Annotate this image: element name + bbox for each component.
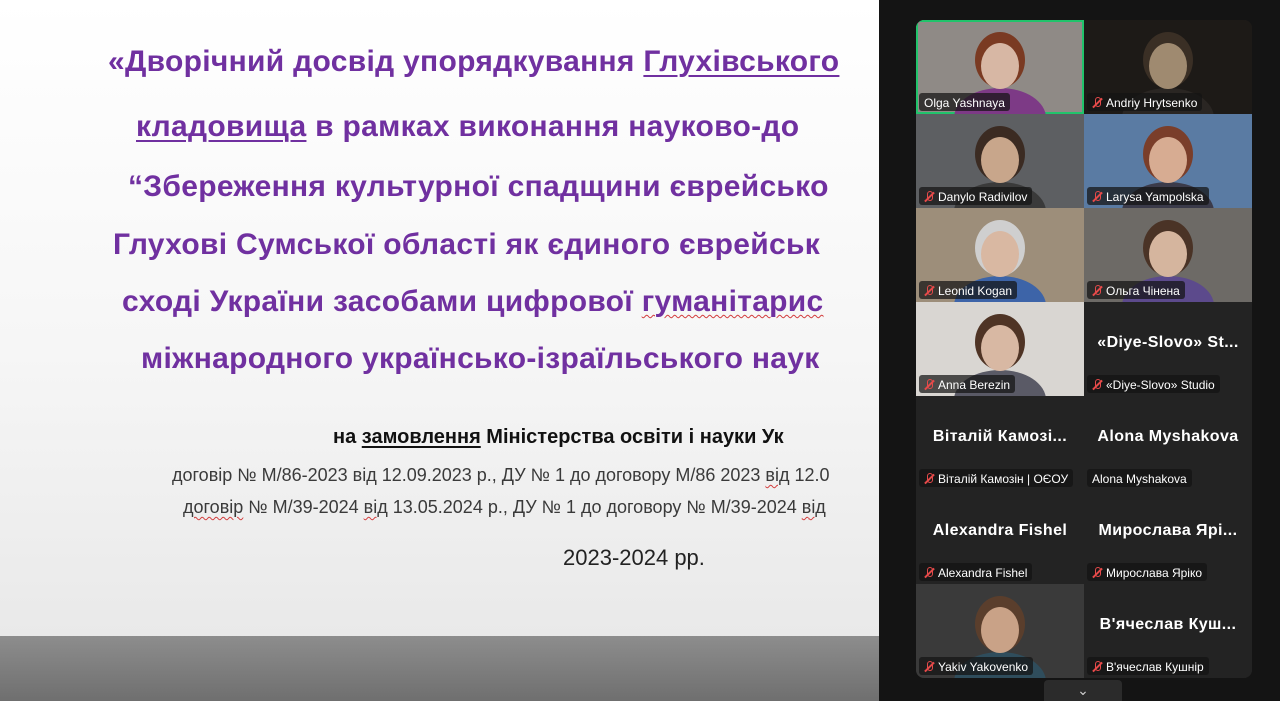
contract1-text: договір № М/86-2023 від 12.09.2023 р., Д… [172, 465, 766, 485]
commission-word: замовлення [361, 426, 481, 448]
slide-title-fragment: «Дворічний досвід упорядкування [108, 45, 644, 78]
participant-name-tag: В'ячеслав Кушнір [1087, 657, 1209, 675]
participant-name-tag: «Diye-Slovo» Studio [1087, 375, 1220, 393]
participant-display-name: Віталій Камозі... [932, 428, 1068, 445]
participant-name-tag: Leonid Kogan [919, 281, 1018, 299]
slide-title-fragment: Глухівського [643, 45, 840, 78]
slide-years: 2023-2024 рр. [563, 545, 705, 570]
participant-tile[interactable]: Olga Yashnaya [916, 20, 1084, 114]
chevron-down-icon: ⌄ [1077, 682, 1089, 698]
slide-title-line: сході України засобами цифрової гуманіта… [122, 285, 824, 319]
participant-name: Alona Myshakova [1092, 472, 1187, 486]
commission-rest: Міністерства освіти і науки Ук [480, 426, 784, 448]
slide-title-line: міжнародного українсько-ізраїльського на… [141, 342, 820, 376]
muted-mic-icon [1092, 661, 1102, 673]
contract2-word-c: від [801, 497, 826, 517]
participant-name: Olga Yashnaya [924, 96, 1005, 110]
commission-prefix: на [333, 426, 362, 448]
muted-mic-icon [924, 473, 934, 485]
participant-name-tag: Yakiv Yakovenko [919, 657, 1034, 675]
participant-tile[interactable]: «Diye-Slovo» St... «Diye-Slovo» Studio [1084, 302, 1252, 396]
slide-title-line: “Збереження культурної спадщини єврейськ… [128, 170, 829, 204]
participant-tile[interactable]: Larysa Yampolska [1084, 114, 1252, 208]
muted-mic-icon [1092, 285, 1102, 297]
participant-name: Danylo Radivilov [938, 190, 1028, 204]
participant-name: Yakiv Yakovenko [938, 660, 1029, 674]
participant-name: Andriy Hrytsenko [1106, 96, 1198, 110]
contract2-text: 13.05.2024 р., ДУ № 1 до договору № М/39… [387, 497, 802, 517]
participant-display-name: «Diye-Slovo» St... [1097, 334, 1239, 351]
contract1-word: від [765, 465, 790, 485]
slide-title-line: «Дворічний досвід упорядкування Глухівсь… [108, 45, 839, 79]
participant-name-tag: Alexandra Fishel [919, 563, 1033, 581]
participant-name: Ольга Чінена [1106, 284, 1180, 298]
slide-title-fragment: міжнародного українсько-ізраїльського на… [141, 342, 820, 375]
participant-name: Віталій Камозін | ОЄОУ [938, 472, 1069, 486]
slide-title-line: Глухові Сумської області як єдиного євре… [113, 228, 820, 262]
participant-name-tag: Ольга Чінена [1087, 281, 1185, 299]
shared-slide: «Дворічний досвід упорядкування Глухівсь… [0, 0, 880, 636]
muted-mic-icon [924, 661, 934, 673]
slide-title-fragment: Глухові Сумської області як єдиного євре… [113, 228, 821, 261]
contract1-date: 12.0 [789, 465, 830, 485]
participant-name-tag: Danylo Radivilov [919, 187, 1033, 205]
participant-display-name: Alexandra Fishel [932, 522, 1068, 539]
muted-mic-icon [1092, 97, 1102, 109]
participant-tile[interactable]: Danylo Radivilov [916, 114, 1084, 208]
slide-title-line: кладовища в рамках виконання науково-до [136, 110, 799, 144]
contract2-word-b: від [363, 497, 388, 517]
muted-mic-icon [1092, 191, 1102, 203]
participant-display-name: Мирослава Ярі... [1098, 522, 1238, 539]
scroll-down-button[interactable]: ⌄ [1044, 680, 1122, 701]
participant-name-tag: Віталій Камозін | ОЄОУ [919, 469, 1074, 487]
muted-mic-icon [924, 191, 934, 203]
participants-grid: Olga Yashnaya Andriy Hrytsenko Danylo Radi… [916, 20, 1252, 678]
slide-title-fragment: кладовища [136, 110, 307, 143]
participant-tile[interactable]: Leonid Kogan [916, 208, 1084, 302]
slide-bottom-area [0, 636, 880, 701]
participant-name: В'ячеслав Кушнір [1106, 660, 1204, 674]
slide-title-fragment: в рамках виконання науково-до [306, 110, 800, 143]
contract2-word-a: договір [183, 497, 244, 517]
participant-name-tag: Alona Myshakova [1087, 469, 1192, 487]
participant-name: Larysa Yampolska [1106, 190, 1204, 204]
contract-line-1: договір № М/86-2023 від 12.09.2023 р., Д… [172, 465, 830, 486]
contract2-number: № М/39-2024 [243, 497, 364, 517]
participant-tile[interactable]: Alexandra Fishel Alexandra Fishel [916, 490, 1084, 584]
participant-tile[interactable]: Мирослава Ярі... Мирослава Ярiко [1084, 490, 1252, 584]
muted-mic-icon [924, 379, 934, 391]
participant-tile[interactable]: Ольга Чінена [1084, 208, 1252, 302]
participant-name: Anna Berezin [938, 378, 1011, 392]
participant-name-tag: Мирослава Ярiко [1087, 563, 1208, 581]
participant-name: «Diye-Slovo» Studio [1106, 378, 1215, 392]
participant-name: Alexandra Fishel [938, 566, 1028, 580]
muted-mic-icon [1092, 567, 1102, 579]
participant-name: Мирослава Ярiко [1106, 566, 1203, 580]
participant-name-tag: Andriy Hrytsenko [1087, 93, 1203, 111]
participant-name-tag: Anna Berezin [919, 375, 1016, 393]
participant-tile[interactable]: Anna Berezin [916, 302, 1084, 396]
participant-name-tag: Larysa Yampolska [1087, 187, 1209, 205]
muted-mic-icon [924, 567, 934, 579]
slide-title-fragment: “Збереження культурної спадщини єврейськ… [128, 170, 829, 203]
slide-title-fragment: гуманітарис [641, 285, 824, 318]
participant-tile[interactable]: Andriy Hrytsenko [1084, 20, 1252, 114]
participant-display-name: В'ячеслав Куш... [1099, 616, 1237, 633]
participant-tile[interactable]: В'ячеслав Куш... В'ячеслав Кушнір [1084, 584, 1252, 678]
contract-line-2: договір № М/39-2024 від 13.05.2024 р., Д… [183, 497, 826, 518]
participant-tile[interactable]: Yakiv Yakovenko [916, 584, 1084, 678]
participant-name: Leonid Kogan [938, 284, 1013, 298]
muted-mic-icon [1092, 379, 1102, 391]
slide-commission: на замовлення Міністерства освіти і наук… [333, 426, 784, 449]
meeting-window: «Дворічний досвід упорядкування Глухівсь… [0, 0, 1280, 701]
participant-tile[interactable]: Alona Myshakova Alona Myshakova [1084, 396, 1252, 490]
participant-display-name: Alona Myshakova [1097, 428, 1239, 445]
participant-tile[interactable]: Віталій Камозі... Віталій Камозін | ОЄОУ [916, 396, 1084, 490]
participant-name-tag: Olga Yashnaya [919, 93, 1010, 111]
muted-mic-icon [924, 285, 934, 297]
slide-title-fragment: сході України засобами цифрової [122, 285, 642, 318]
